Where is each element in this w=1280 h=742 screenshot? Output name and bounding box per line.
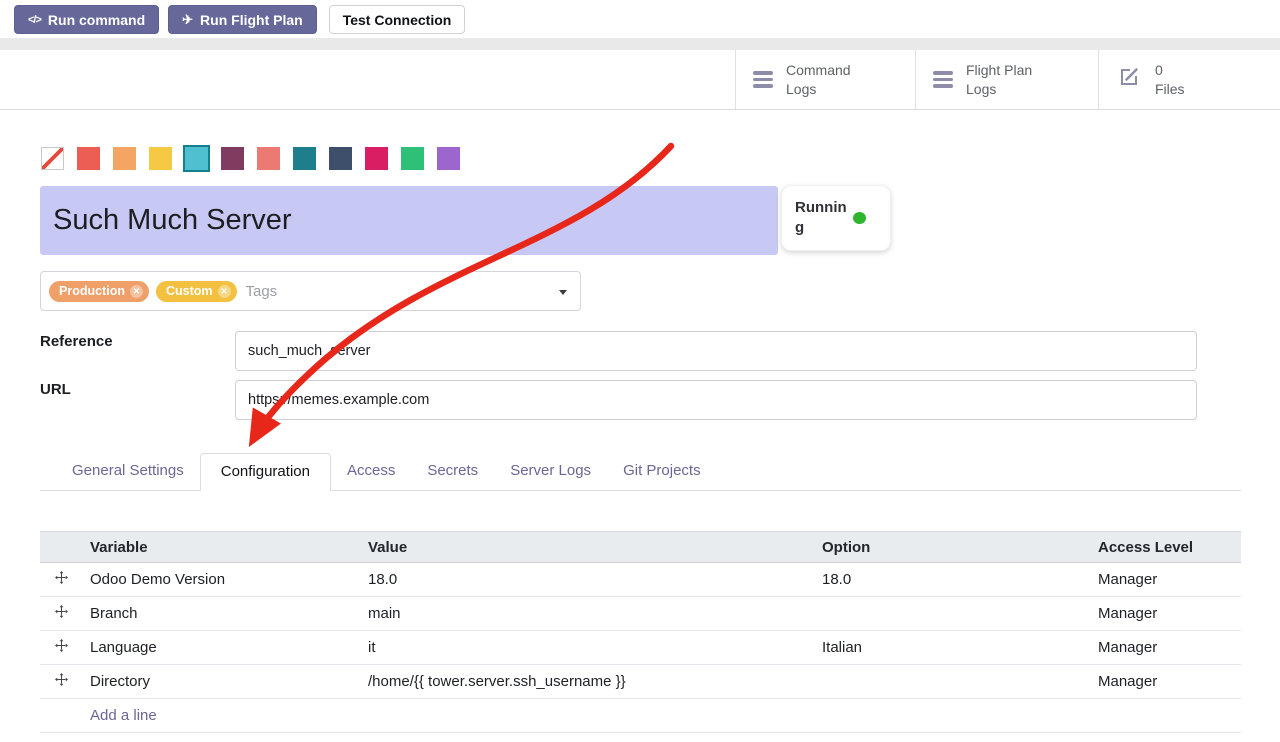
remove-tag-icon[interactable]: ✕ — [218, 285, 231, 298]
server-status-card: Running — [781, 185, 891, 251]
color-picker — [41, 147, 460, 170]
reference-label: Reference — [40, 333, 113, 350]
flight-plan-logs-label: Flight Plan Logs — [966, 61, 1032, 98]
tag-label: Custom — [166, 284, 213, 298]
swatch-salmon[interactable] — [257, 147, 280, 170]
cell-access-level[interactable]: Manager — [1090, 631, 1241, 665]
stat-line1: 0 — [1155, 62, 1163, 78]
status-label: Running — [795, 198, 847, 239]
cell-access-level[interactable]: Manager — [1090, 597, 1241, 631]
drag-handle-icon[interactable] — [40, 597, 82, 631]
swatch-orange[interactable] — [113, 147, 136, 170]
list-icon — [933, 71, 953, 88]
drag-handle-icon[interactable] — [40, 665, 82, 699]
column-header-variable: Variable — [82, 532, 360, 563]
cell-value[interactable]: 18.0 — [360, 563, 814, 597]
swatch-magenta[interactable] — [365, 147, 388, 170]
cell-value[interactable]: main — [360, 597, 814, 631]
swatch-green[interactable] — [401, 147, 424, 170]
tags-field[interactable]: Production ✕ Custom ✕ Tags — [40, 271, 581, 311]
table-row[interactable]: Language it Italian Manager — [40, 631, 1241, 665]
stat-line1: Flight Plan — [966, 62, 1032, 78]
cell-access-level[interactable]: Manager — [1090, 563, 1241, 597]
swatch-cyan-selected[interactable] — [185, 147, 208, 170]
table-row[interactable]: Branch main Manager — [40, 597, 1241, 631]
stat-line2: Files — [1155, 81, 1185, 97]
empty-cell — [40, 699, 82, 733]
swatch-yellow[interactable] — [149, 147, 172, 170]
stat-line1: Command — [786, 62, 851, 78]
drag-handle-icon[interactable] — [40, 563, 82, 597]
cell-value[interactable]: it — [360, 631, 814, 665]
form-statusbar: Command Logs Flight Plan Logs 0 Files — [0, 50, 1280, 110]
tab-secrets[interactable]: Secrets — [411, 453, 494, 490]
server-name-input[interactable] — [40, 186, 778, 255]
list-icon — [753, 71, 773, 88]
cell-option[interactable] — [814, 665, 1090, 699]
run-flight-plan-button[interactable]: ✈ Run Flight Plan — [168, 5, 317, 34]
run-flight-plan-label: Run Flight Plan — [200, 12, 303, 28]
test-connection-button[interactable]: Test Connection — [329, 5, 466, 34]
cell-variable[interactable]: Branch — [82, 597, 360, 631]
tab-general-settings[interactable]: General Settings — [56, 453, 200, 490]
add-line-cell: Add a line — [82, 699, 1241, 733]
tab-access[interactable]: Access — [331, 453, 411, 490]
cell-access-level[interactable]: Manager — [1090, 665, 1241, 699]
stat-line2: Logs — [966, 81, 996, 97]
drag-column-header — [40, 532, 82, 563]
edit-pencil-icon — [1116, 65, 1142, 94]
cell-option[interactable]: Italian — [814, 631, 1090, 665]
stat-line2: Logs — [786, 81, 816, 97]
files-stat-button[interactable]: 0 Files — [1098, 50, 1280, 109]
column-header-access-level: Access Level — [1090, 532, 1241, 563]
tag-label: Production — [59, 284, 125, 298]
table-row[interactable]: Directory /home/{{ tower.server.ssh_user… — [40, 665, 1241, 699]
code-icon: </> — [28, 14, 41, 26]
swatch-purple[interactable] — [437, 147, 460, 170]
cell-option[interactable] — [814, 597, 1090, 631]
files-count-label: 0 Files — [1155, 61, 1185, 98]
tags-placeholder: Tags — [246, 283, 278, 300]
run-command-label: Run command — [48, 12, 145, 28]
swatch-teal[interactable] — [293, 147, 316, 170]
swatch-navy[interactable] — [329, 147, 352, 170]
chevron-down-icon[interactable] — [559, 290, 567, 295]
tab-git-projects[interactable]: Git Projects — [607, 453, 717, 490]
reference-input[interactable] — [235, 331, 1197, 371]
cell-option[interactable]: 18.0 — [814, 563, 1090, 597]
cell-variable[interactable]: Language — [82, 631, 360, 665]
remove-tag-icon[interactable]: ✕ — [130, 285, 143, 298]
command-logs-label: Command Logs — [786, 61, 851, 98]
notebook-tabs: General Settings Configuration Access Se… — [40, 453, 1241, 491]
server-form-page: </> Run command ✈ Run Flight Plan Test C… — [0, 0, 1280, 742]
action-toolbar: </> Run command ✈ Run Flight Plan Test C… — [14, 5, 465, 34]
swatch-no-color[interactable] — [41, 147, 64, 170]
cell-value[interactable]: /home/{{ tower.server.ssh_username }} — [360, 665, 814, 699]
command-logs-stat-button[interactable]: Command Logs — [735, 50, 915, 109]
table-row[interactable]: Odoo Demo Version 18.0 18.0 Manager — [40, 563, 1241, 597]
cell-variable[interactable]: Odoo Demo Version — [82, 563, 360, 597]
tag-production: Production ✕ — [49, 281, 149, 302]
swatch-plum[interactable] — [221, 147, 244, 170]
column-header-option: Option — [814, 532, 1090, 563]
url-input[interactable] — [235, 380, 1197, 420]
page-divider — [0, 38, 1280, 50]
tab-server-logs[interactable]: Server Logs — [494, 453, 607, 490]
table-header-row: Variable Value Option Access Level — [40, 532, 1241, 563]
run-command-button[interactable]: </> Run command — [14, 5, 159, 34]
plane-icon: ✈ — [182, 12, 193, 28]
drag-handle-icon[interactable] — [40, 631, 82, 665]
tab-configuration[interactable]: Configuration — [200, 453, 331, 491]
variables-table: Variable Value Option Access Level Odoo … — [40, 531, 1241, 733]
swatch-red[interactable] — [77, 147, 100, 170]
cell-variable[interactable]: Directory — [82, 665, 360, 699]
url-label: URL — [40, 381, 71, 398]
add-line-row: Add a line — [40, 699, 1241, 733]
flight-plan-logs-stat-button[interactable]: Flight Plan Logs — [915, 50, 1098, 109]
status-dot-icon — [853, 212, 866, 224]
column-header-value: Value — [360, 532, 814, 563]
test-connection-label: Test Connection — [343, 12, 452, 28]
tag-custom: Custom ✕ — [156, 281, 237, 302]
add-line-link[interactable]: Add a line — [90, 707, 157, 724]
